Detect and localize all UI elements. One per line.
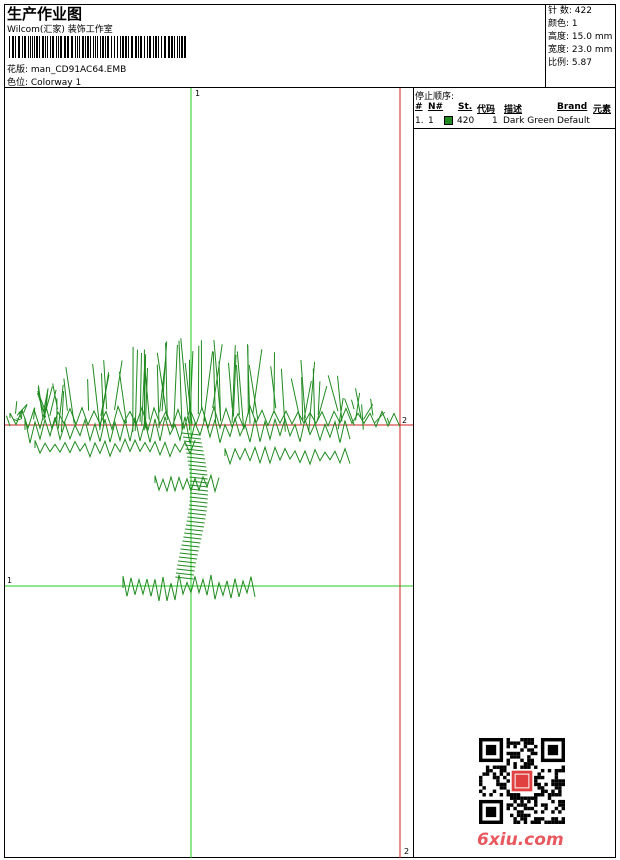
stop-sequence-title: 停止顺序: — [415, 92, 455, 102]
col-desc: 描述 — [504, 105, 523, 115]
guide-marker-top: 1 — [195, 89, 200, 98]
watermark: 6xiu.com — [477, 830, 564, 850]
col-stitches: St. — [458, 102, 473, 112]
guide-marker-left: 1 — [7, 576, 12, 585]
panel-divider — [413, 88, 414, 858]
stat-stitches: 针 数: 422 — [548, 6, 592, 16]
embroidery-tree-design — [5, 338, 401, 602]
col-element: 元素 — [593, 105, 612, 115]
guide-marker-bottom: 2 — [404, 847, 409, 856]
stat-width: 宽度: 23.0 mm — [548, 45, 613, 55]
guide-marker-right: 2 — [402, 416, 407, 425]
design-file-label: 花版: man_CD91AC64.EMB — [7, 65, 127, 75]
stat-scale: 比例: 5.87 — [548, 58, 592, 68]
col-brand: Brand — [557, 102, 588, 112]
page-title: 生产作业图 — [7, 5, 83, 23]
thread-color-swatch — [444, 116, 453, 125]
stat-colors: 颜色: 1 — [548, 19, 578, 29]
col-code: 代码 — [477, 105, 496, 115]
table-row: 1. 1 420 1 Dark Green Default — [415, 116, 590, 126]
qr-code — [479, 738, 565, 824]
stats-divider — [545, 5, 546, 87]
barcode — [9, 36, 186, 58]
stat-height: 高度: 15.0 mm — [548, 32, 613, 42]
stop-table-header: # N# St. 代码 描述 Brand 元素 — [415, 102, 615, 115]
stats-panel: 针 数: 422 颜色: 1 高度: 15.0 mm 宽度: 23.0 mm 比… — [548, 5, 612, 70]
col-idx: # — [415, 102, 423, 112]
design-canvas: 1 1 2 2 — [5, 88, 413, 858]
studio-name: Wilcom(汇家) 装饰工作室 — [7, 25, 113, 35]
table-divider — [414, 128, 615, 129]
col-no: N# — [428, 102, 444, 112]
